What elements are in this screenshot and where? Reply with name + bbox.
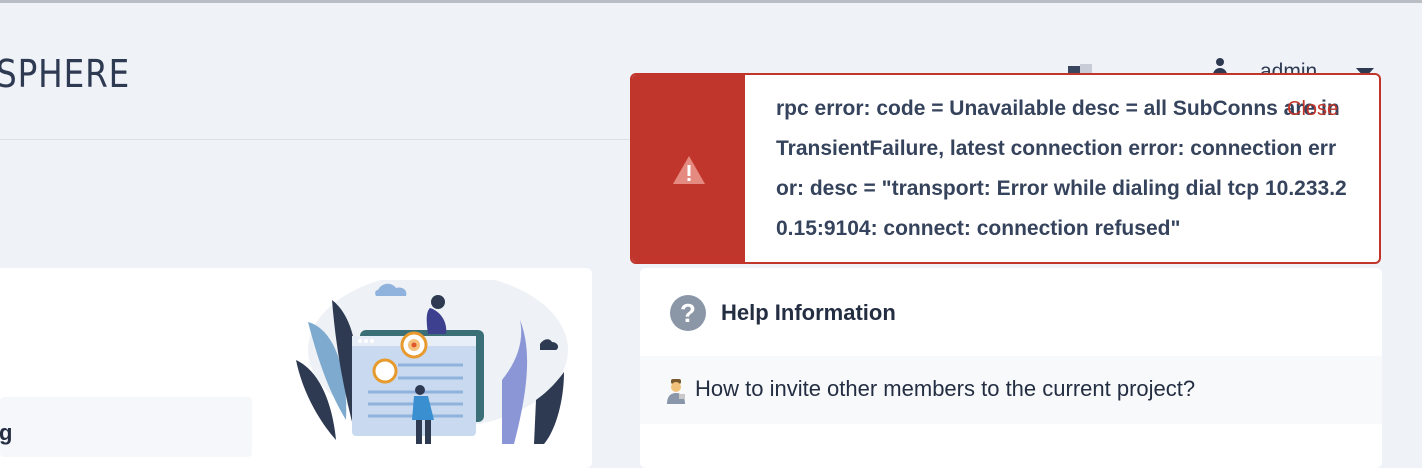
error-notification-sidebar — [632, 75, 745, 262]
question-icon: ? — [670, 295, 706, 331]
help-information-card: ? Help Information How to invite other m… — [640, 268, 1382, 468]
error-notification: rpc error: code = Unavailable desc = all… — [630, 73, 1381, 264]
overview-card-item[interactable] — [0, 397, 252, 457]
error-message: rpc error: code = Unavailable desc = all… — [776, 97, 1347, 240]
person-emoji-icon — [667, 379, 685, 404]
header-divider — [0, 139, 640, 140]
help-card-title: Help Information — [721, 300, 896, 325]
warning-icon — [673, 156, 705, 184]
help-card-header: ? Help Information — [640, 268, 1382, 356]
overview-card-item-label: g — [0, 420, 13, 445]
project-illustration — [296, 280, 568, 444]
window-top-border — [0, 0, 1422, 3]
brand-logo[interactable]: SPHERE — [0, 52, 130, 96]
help-item-label: How to invite other members to the curre… — [695, 376, 1196, 401]
close-button[interactable]: Close — [1287, 98, 1338, 121]
help-item[interactable]: How to invite other members to the curre… — [640, 356, 1382, 424]
